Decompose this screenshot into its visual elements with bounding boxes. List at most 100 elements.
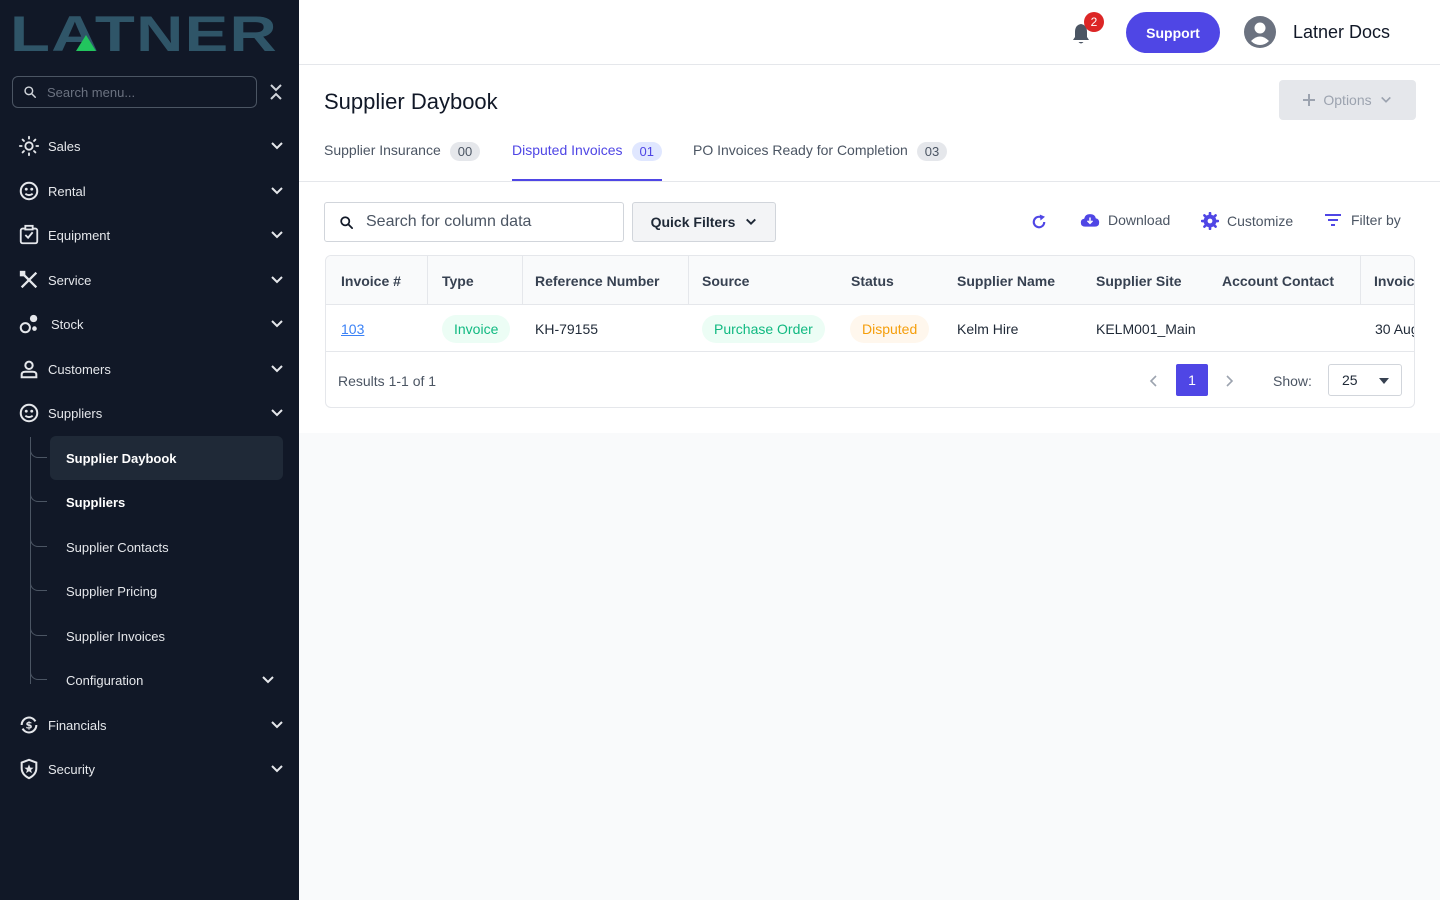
table-header: Invoice # Type Reference Number Source S… [326, 256, 1414, 305]
column-header-invoice[interactable]: Invoice # [341, 256, 401, 305]
tab-label: Supplier Insurance [324, 142, 441, 158]
filter-by-button[interactable]: Filter by [1325, 212, 1401, 228]
user-name[interactable]: Latner Docs [1293, 22, 1390, 43]
sidebar-item-equipment[interactable]: Equipment [18, 219, 286, 251]
sidebar-item-sales[interactable]: Sales [18, 130, 286, 162]
refresh-icon [1032, 214, 1046, 229]
sidebar-subitem-supplier-contacts[interactable]: Supplier Contacts [50, 525, 283, 569]
column-header-reference[interactable]: Reference Number [535, 256, 660, 305]
customize-button[interactable]: Customize [1201, 212, 1293, 230]
tab-count: 01 [631, 142, 662, 161]
column-header-status[interactable]: Status [851, 256, 894, 305]
supplier-site-cell: KELM001_Main [1096, 320, 1196, 337]
sales-icon [18, 135, 40, 157]
sidebar-subitem-supplier-daybook[interactable]: Supplier Daybook [50, 436, 283, 480]
quick-filters-label: Quick Filters [650, 214, 736, 230]
chevron-down-icon [271, 765, 283, 773]
sidebar-item-rental[interactable]: Rental [18, 175, 286, 207]
options-label: Options [1323, 92, 1372, 108]
search-icon [24, 86, 36, 98]
stock-icon [18, 313, 40, 335]
column-separator[interactable] [1360, 256, 1361, 305]
filter-label: Filter by [1351, 212, 1401, 228]
table-row[interactable]: 103 Invoice KH-79155 Purchase Order Disp… [326, 305, 1415, 352]
chevron-down-icon [271, 365, 283, 373]
tab-label: Disputed Invoices [512, 142, 623, 158]
chevron-down-icon [271, 276, 283, 284]
support-button[interactable]: Support [1126, 12, 1220, 53]
tab-count: 03 [916, 142, 948, 161]
page-size-select[interactable]: 25 [1328, 364, 1402, 396]
sidebar-item-suppliers[interactable]: Suppliers [18, 397, 286, 429]
column-header-account-contact[interactable]: Account Contact [1222, 256, 1334, 305]
avatar[interactable] [1244, 16, 1276, 48]
page-button-current[interactable]: 1 [1176, 364, 1208, 396]
financials-icon: $ [18, 714, 40, 736]
reference-cell: KH-79155 [535, 320, 599, 337]
column-header-source[interactable]: Source [702, 256, 749, 305]
tab-po-invoices-ready[interactable]: PO Invoices Ready for Completion 03 [693, 139, 948, 181]
tab-disputed-invoices[interactable]: Disputed Invoices 01 [512, 139, 662, 181]
content-panel: Quick Filters Download Customize Filter … [299, 182, 1440, 433]
column-header-supplier-site[interactable]: Supplier Site [1096, 256, 1182, 305]
sidebar-item-stock[interactable]: Stock [18, 308, 286, 340]
quick-filters-button[interactable]: Quick Filters [632, 202, 776, 242]
sidebar-item-financials[interactable]: $ Financials [18, 709, 286, 741]
user-icon [18, 358, 40, 380]
cloud-download-icon [1080, 214, 1100, 227]
download-label: Download [1108, 212, 1171, 228]
data-table: Invoice # Type Reference Number Source S… [325, 255, 1415, 408]
tree-branch [30, 527, 47, 547]
chevron-left-icon[interactable] [1146, 373, 1162, 389]
page-header: Supplier Daybook Options Supplier Insura… [299, 65, 1440, 182]
invoice-date-cell: 30 Aug [1375, 320, 1415, 337]
page-title: Supplier Daybook [324, 89, 498, 114]
customize-label: Customize [1227, 213, 1294, 229]
invoice-link[interactable]: 103 [341, 321, 364, 337]
supplier-name-cell: Kelm Hire [957, 320, 1019, 337]
column-search-input[interactable] [366, 213, 606, 231]
sidebar-item-label: Rental [48, 183, 86, 199]
tree-branch [30, 482, 47, 502]
sidebar-subitem-configuration[interactable]: Configuration [50, 658, 283, 702]
column-separator[interactable] [427, 256, 428, 305]
sidebar-subitem-label: Configuration [66, 672, 144, 688]
tree-line [30, 437, 31, 684]
sidebar-subitem-supplier-invoices[interactable]: Supplier Invoices [50, 614, 283, 658]
tab-count: 00 [449, 142, 481, 161]
menu-search[interactable] [12, 76, 257, 108]
chevron-down-icon [271, 721, 283, 729]
chevron-down-icon [271, 409, 283, 417]
sidebar-item-label: Security [48, 761, 95, 777]
page-size-value: 25 [1342, 372, 1358, 388]
chevron-right-icon[interactable] [1221, 373, 1237, 389]
sidebar-item-label: Equipment [48, 227, 111, 243]
column-search[interactable] [324, 202, 624, 242]
chevron-down-icon [746, 218, 757, 226]
download-button[interactable]: Download [1080, 212, 1170, 228]
menu-search-input[interactable] [47, 84, 237, 100]
type-badge: Invoice [442, 314, 511, 343]
latner-logo[interactable]: LATNER [10, 12, 280, 54]
column-header-supplier-name[interactable]: Supplier Name [957, 256, 1055, 305]
options-button[interactable]: Options [1279, 80, 1416, 120]
collapse-sidebar-icon[interactable] [268, 82, 284, 102]
refresh-button[interactable] [1030, 212, 1048, 232]
tree-branch [30, 438, 47, 458]
sidebar-item-customers[interactable]: Customers [18, 353, 286, 385]
tree-branch [30, 660, 47, 680]
column-separator[interactable] [522, 256, 523, 305]
sidebar-item-security[interactable]: Security [18, 753, 286, 785]
sidebar-item-service[interactable]: Service [18, 264, 286, 296]
sidebar-item-label: Service [48, 272, 92, 288]
chevron-down-icon [271, 187, 283, 195]
results-count: Results 1-1 of 1 [338, 373, 437, 389]
column-separator[interactable] [688, 256, 689, 305]
column-header-type[interactable]: Type [442, 256, 474, 305]
search-icon [340, 215, 353, 229]
sidebar-subitem-suppliers[interactable]: Suppliers [50, 480, 283, 524]
sidebar-subitem-supplier-pricing[interactable]: Supplier Pricing [50, 569, 283, 613]
status-badge: Disputed [850, 314, 930, 343]
column-header-invoice-date[interactable]: Invoic [1374, 256, 1414, 305]
tab-supplier-insurance[interactable]: Supplier Insurance 00 [324, 139, 481, 181]
